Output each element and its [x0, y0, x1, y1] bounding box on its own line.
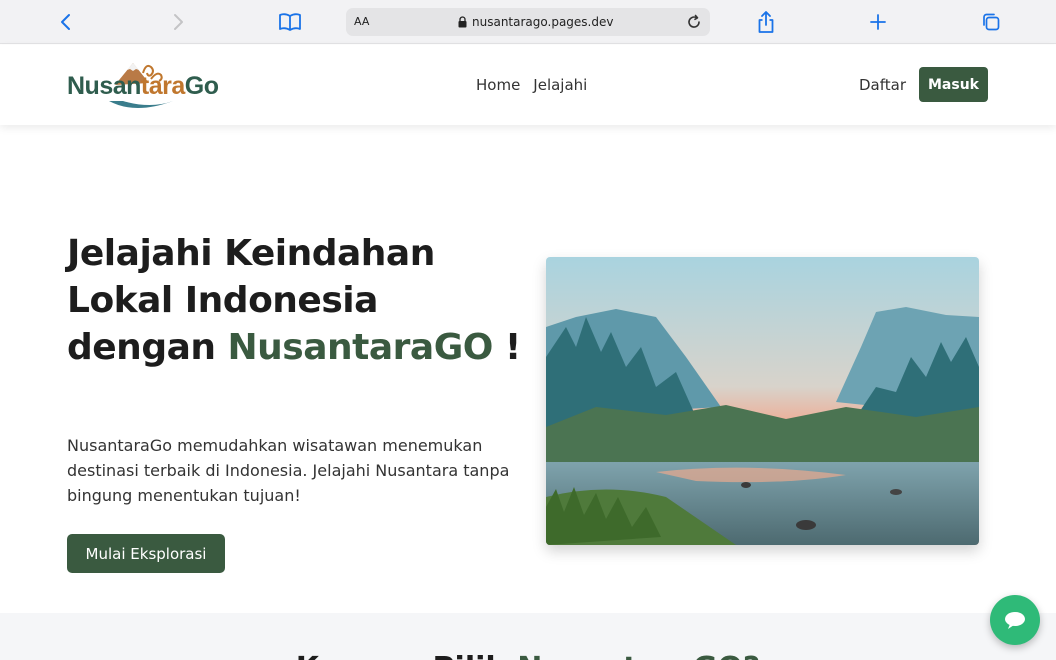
- logo-text-part-2: tara: [140, 72, 185, 100]
- section-title-text: Kenapa Pilih: [296, 651, 517, 660]
- hero-title: Jelajahi Keindahan Lokal Indonesia denga…: [67, 230, 537, 371]
- logo-text-part-1: Nusan: [67, 72, 141, 100]
- url-text: nusantarago.pages.dev: [472, 15, 614, 29]
- browser-toolbar: AA nusantarago.pages.dev: [0, 0, 1056, 44]
- plus-icon: [870, 14, 886, 30]
- logo[interactable]: NusantaraGo: [67, 57, 219, 115]
- section-title-brand: NusantaraGO?: [517, 651, 760, 660]
- logo-wordmark: NusantaraGo: [67, 72, 219, 101]
- reload-icon: [688, 14, 700, 28]
- hero-landscape-image: [546, 257, 979, 545]
- start-exploring-button[interactable]: Mulai Eksplorasi: [67, 534, 225, 573]
- register-link[interactable]: Daftar: [859, 45, 906, 125]
- nav-home-link[interactable]: Home: [476, 76, 520, 94]
- chevron-left-icon: [61, 14, 70, 30]
- why-choose-section: Kenapa Pilih NusantaraGO?: [0, 613, 1056, 660]
- chevron-right-icon: [174, 14, 183, 30]
- reload-button[interactable]: [682, 8, 706, 36]
- lock-icon: [458, 16, 467, 28]
- hero-description: NusantaraGo memudahkan wisatawan menemuk…: [67, 436, 510, 505]
- share-button[interactable]: [752, 8, 780, 36]
- chat-icon: [1005, 612, 1025, 629]
- book-icon: [279, 13, 301, 31]
- site-header: NusantaraGo Home Jelajahi Daftar Masuk: [0, 45, 1056, 125]
- bookmarks-button[interactable]: [276, 8, 304, 36]
- tabs-icon: [983, 13, 1000, 31]
- url-display[interactable]: nusantarago.pages.dev: [458, 8, 613, 36]
- share-icon: [758, 11, 774, 33]
- nav-jelajahi-link[interactable]: Jelajahi: [533, 76, 587, 94]
- hero-title-brand: NusantaraGO: [227, 327, 494, 368]
- back-button[interactable]: [52, 8, 80, 36]
- chat-button[interactable]: [990, 595, 1040, 645]
- new-tab-button[interactable]: [864, 8, 892, 36]
- login-button[interactable]: Masuk: [919, 67, 988, 102]
- tabs-overview-button[interactable]: [977, 8, 1005, 36]
- main-nav: Home Jelajahi: [476, 45, 587, 125]
- reader-button[interactable]: AA: [354, 8, 369, 36]
- section-title: Kenapa Pilih NusantaraGO?: [0, 651, 1056, 660]
- logo-text-part-3: Go: [184, 72, 219, 100]
- address-bar[interactable]: AA nusantarago.pages.dev: [346, 8, 710, 36]
- forward-button[interactable]: [164, 8, 192, 36]
- hero-title-end: !: [492, 327, 521, 368]
